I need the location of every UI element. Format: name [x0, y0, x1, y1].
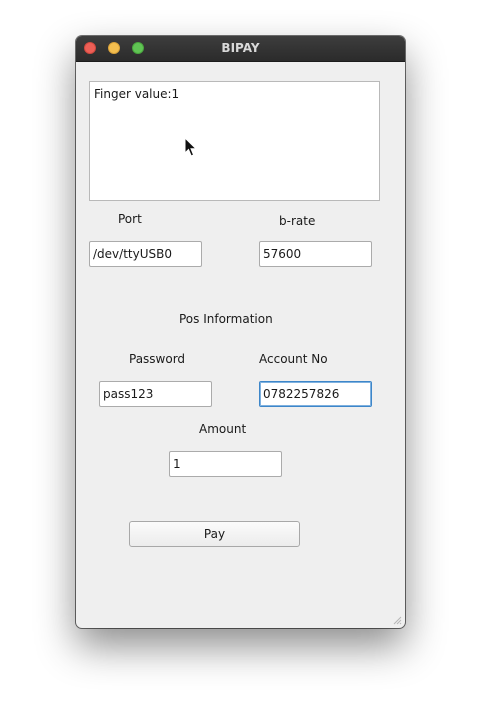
- port-label: Port: [118, 212, 142, 226]
- title-bar[interactable]: BIPAY: [76, 36, 405, 62]
- finger-value-text: Finger value:1: [94, 87, 180, 101]
- password-label: Password: [129, 352, 186, 366]
- baud-rate-input[interactable]: [259, 241, 372, 267]
- amount-input[interactable]: [169, 451, 282, 477]
- bipay-window: BIPAY Finger value:1 Port b-rate Pos Inf…: [76, 36, 405, 628]
- finger-value-display[interactable]: Finger value:1: [89, 81, 380, 201]
- pos-information-heading: Pos Information: [179, 312, 273, 326]
- account-no-input[interactable]: [259, 381, 372, 407]
- amount-label: Amount: [199, 422, 247, 436]
- port-input[interactable]: [89, 241, 202, 267]
- resize-grip-icon[interactable]: [392, 615, 402, 625]
- account-no-label: Account No: [259, 352, 328, 366]
- baud-rate-label: b-rate: [279, 214, 316, 228]
- window-title: BIPAY: [221, 41, 260, 55]
- password-input[interactable]: [99, 381, 212, 407]
- mouse-pointer-icon: [184, 137, 198, 157]
- pay-button[interactable]: Pay: [129, 521, 300, 547]
